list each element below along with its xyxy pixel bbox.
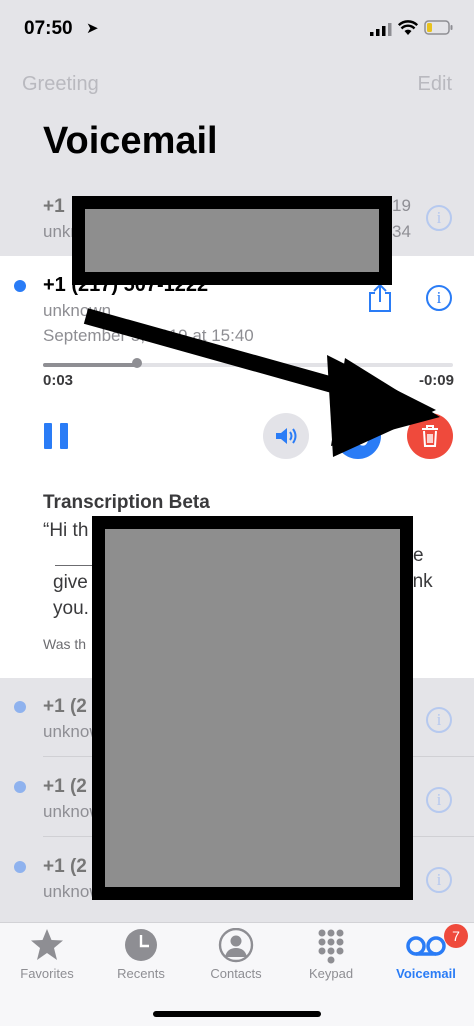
voicemail-badge: 7 — [444, 924, 468, 948]
clock-icon — [125, 929, 157, 961]
home-indicator[interactable] — [153, 1011, 321, 1017]
star-icon — [31, 929, 63, 960]
tab-contacts[interactable]: Contacts — [196, 927, 276, 981]
tab-label: Contacts — [210, 966, 262, 981]
annotation-arrow — [83, 308, 440, 457]
keypad-icon — [318, 929, 344, 964]
tab-label: Voicemail — [396, 966, 456, 981]
tab-label: Keypad — [308, 966, 354, 981]
tab-keypad[interactable]: Keypad — [291, 928, 371, 981]
tab-label: Favorites — [20, 966, 74, 981]
tab-favorites[interactable]: Favorites — [7, 928, 87, 981]
tab-label: Recents — [117, 966, 165, 981]
tab-recents[interactable]: Recents — [101, 928, 181, 981]
person-icon — [218, 927, 254, 963]
